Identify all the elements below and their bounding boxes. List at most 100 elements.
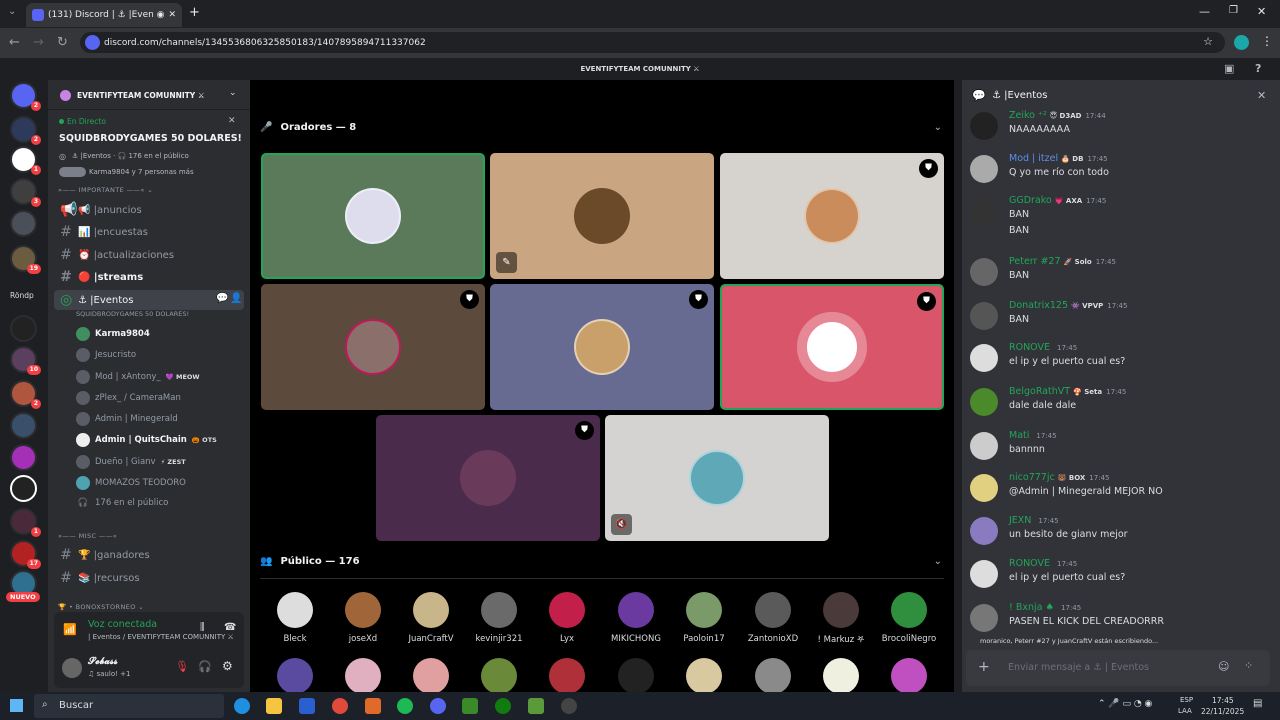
new-tab-icon[interactable]: +	[189, 5, 200, 20]
audience-count[interactable]: 🎧 176 en el público	[76, 498, 169, 508]
discord-icon[interactable]	[430, 698, 446, 714]
channel-streams[interactable]: # 🔴 |streams	[54, 267, 244, 287]
server-icon[interactable]: 19	[10, 245, 41, 274]
disconnect-icon[interactable]: ☎	[224, 622, 236, 633]
restore-icon[interactable]: ❐	[1229, 5, 1238, 16]
edge-icon[interactable]	[234, 698, 250, 714]
avatar[interactable]	[618, 658, 654, 694]
avatar[interactable]	[345, 658, 381, 694]
browser-tab[interactable]: (131) Discord | ⚓ |Eventos ◉ ✕	[26, 3, 182, 27]
url-input[interactable]: discord.com/channels/1345536806325850183…	[80, 32, 1225, 53]
close-icon[interactable]: ✕	[228, 116, 236, 126]
channel-recursos[interactable]: # 📚 |recursos	[54, 568, 244, 588]
audience-member[interactable]: Bleck	[262, 592, 328, 644]
avatar[interactable]	[413, 658, 449, 694]
author-name[interactable]: Zeiko ⁺²	[1009, 110, 1047, 121]
invite-icon[interactable]: 👤	[230, 293, 242, 304]
author-name[interactable]: GGDrako	[1009, 195, 1052, 206]
author-name[interactable]: RONOVE	[1009, 342, 1050, 353]
server-icon[interactable]: 3	[10, 178, 41, 207]
back-icon[interactable]: ←	[9, 35, 20, 50]
taskbar-search[interactable]: ⌕ Buscar	[34, 694, 224, 718]
minecraft-icon[interactable]	[462, 698, 478, 714]
audience-member[interactable]: ZantonioXD	[740, 592, 806, 644]
server-icon[interactable]	[10, 444, 37, 471]
site-info-icon[interactable]	[85, 35, 100, 50]
avatar[interactable]	[686, 658, 722, 694]
author-name[interactable]: ! Bxnja ♠	[1009, 602, 1054, 613]
author-name[interactable]: Mod | itzel	[1009, 153, 1058, 164]
server-icon[interactable]	[10, 315, 37, 342]
server-icon[interactable]: 10	[10, 346, 41, 375]
avatar[interactable]	[970, 517, 998, 545]
voice-user[interactable]: Admin | QuitsChain 🎃 OTS	[76, 433, 217, 447]
server-icon[interactable]: 1	[10, 508, 41, 537]
channel-encuestas[interactable]: # 📊 |encuestas	[54, 222, 244, 242]
voice-user[interactable]: MOMAZOS TEODORO	[76, 476, 191, 490]
close-window-icon[interactable]: ✕	[1257, 5, 1266, 18]
audience-member[interactable]: joseXd	[330, 592, 396, 644]
server-header[interactable]: EVENTIFYTEAM COMUNNITY ⚔ ⌄	[48, 80, 250, 110]
chevron-down-icon[interactable]: ⌄	[229, 88, 237, 98]
author-name[interactable]: Mati	[1009, 430, 1029, 441]
avatar[interactable]	[549, 658, 585, 694]
chat-icon[interactable]: 💬	[216, 293, 228, 304]
server-icon-active[interactable]	[10, 210, 37, 237]
clock-time[interactable]: 17:45	[1212, 696, 1234, 705]
audience-header[interactable]: 👥 Público — 176	[260, 556, 360, 567]
avatar[interactable]	[970, 112, 998, 140]
emoji-icon[interactable]: ☺	[1218, 660, 1229, 673]
server-icon[interactable]: 1	[10, 146, 41, 175]
avatar[interactable]	[970, 258, 998, 286]
speaker-tile[interactable]: ⛊	[720, 284, 944, 410]
windows-start-icon[interactable]	[10, 699, 23, 712]
voice-user[interactable]: Karma9804	[76, 327, 155, 341]
reload-icon[interactable]: ↻	[57, 35, 68, 50]
avatar[interactable]	[755, 658, 791, 694]
speaker-tile[interactable]: ✎	[490, 153, 714, 279]
menu-icon[interactable]: ⋮	[1261, 34, 1273, 48]
audience-member[interactable]: BrocoliNegro	[876, 592, 942, 644]
voice-user[interactable]: Mod | xAntony_ 💜 MEOW	[76, 370, 200, 384]
mute-mic-icon[interactable]: 🎙	[175, 660, 189, 673]
author-name[interactable]: RONOVE	[1009, 558, 1050, 569]
input-language[interactable]: ESP	[1180, 696, 1193, 704]
avatar[interactable]	[970, 560, 998, 588]
apps-icon[interactable]: ⁘	[1244, 659, 1253, 672]
close-tab-icon[interactable]: ✕	[168, 10, 176, 20]
server-icon[interactable]: 2	[10, 380, 41, 409]
notifications-icon[interactable]: ▤	[1253, 698, 1262, 709]
category-importante[interactable]: »—— IMPORTANTE ——« ⌄	[58, 186, 153, 194]
avatar[interactable]	[970, 474, 998, 502]
speaker-tile[interactable]: ⛊	[261, 284, 485, 410]
server-icon[interactable]: 17	[10, 540, 41, 569]
avatar[interactable]	[970, 155, 998, 183]
xbox-icon[interactable]	[495, 698, 511, 714]
message-input[interactable]: + Enviar mensaje a ⚓ | Eventos ☺ ⁘	[966, 650, 1270, 686]
live-event-card[interactable]: En Directo ✕ SQUIDBRODYGAMES 50 DOLARES!…	[54, 114, 244, 182]
discord-home-icon[interactable]: 2	[10, 82, 41, 111]
audience-member[interactable]: Lyx	[534, 592, 600, 644]
avatar[interactable]	[823, 658, 859, 694]
avatar[interactable]	[481, 658, 517, 694]
avatar[interactable]	[970, 197, 998, 225]
author-name[interactable]: JEXN	[1009, 515, 1031, 526]
spotify-icon[interactable]	[397, 698, 413, 714]
system-tray-icons[interactable]: ⌃ 🎤 ▭ ◔ ◉	[1098, 699, 1152, 709]
channel-ganadores[interactable]: # 🏆 |ganadores	[54, 545, 244, 565]
speaker-tile[interactable]: ⛊	[490, 284, 714, 410]
speaker-tile[interactable]: ⛊	[720, 153, 944, 279]
category-misc[interactable]: »—— MISC ——«	[58, 532, 117, 540]
headset-icon[interactable]: 🎧	[198, 660, 212, 673]
audience-member[interactable]: JuanCraftV	[398, 592, 464, 644]
steam-icon[interactable]	[561, 698, 577, 714]
voice-user[interactable]: Admin | Minegerald	[76, 412, 183, 426]
server-icon[interactable]: 2	[10, 116, 41, 145]
avatar[interactable]	[970, 344, 998, 372]
server-icon[interactable]	[10, 412, 37, 439]
help-icon[interactable]: ?	[1255, 58, 1261, 80]
add-attachment-icon[interactable]: +	[978, 659, 990, 675]
audience-member[interactable]: kevinjir321	[466, 592, 532, 644]
forward-icon[interactable]: →	[33, 35, 44, 50]
audience-member[interactable]: ! Markuz 𖤐	[808, 592, 874, 645]
